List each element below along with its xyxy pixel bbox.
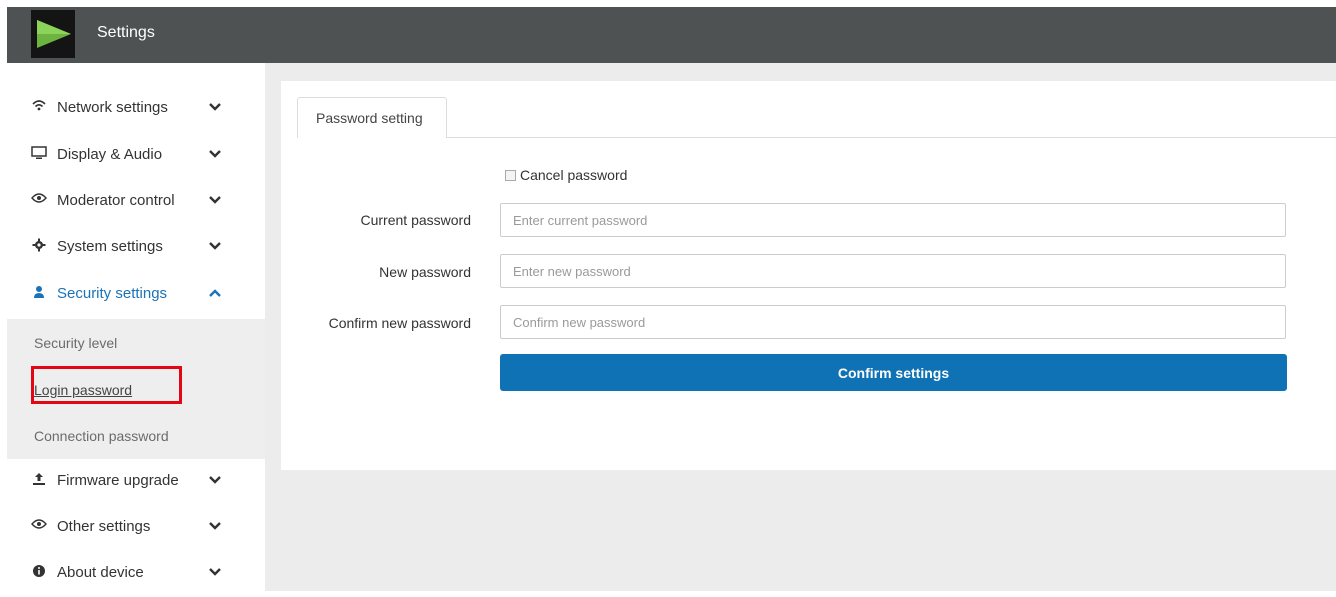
sidebar-item-label: Firmware upgrade xyxy=(57,472,179,489)
new-password-input[interactable] xyxy=(500,254,1286,288)
cancel-password-label: Cancel password xyxy=(520,167,628,183)
sidebar-item-other-settings[interactable]: Other settings xyxy=(7,505,265,551)
confirm-password-label: Confirm new password xyxy=(328,315,471,331)
chevron-down-icon xyxy=(209,476,221,484)
eye-icon xyxy=(31,192,47,208)
sidebar-item-label: Moderator control xyxy=(57,192,175,209)
app-logo xyxy=(31,10,75,58)
chevron-up-icon xyxy=(209,289,221,297)
chevron-down-icon xyxy=(209,568,221,576)
highlight-annotation xyxy=(31,366,182,404)
tab-label: Password setting xyxy=(316,110,423,126)
chevron-down-icon xyxy=(209,196,221,204)
tab-password-setting[interactable]: Password setting xyxy=(297,97,447,138)
submenu-item-security-level[interactable]: Security level xyxy=(34,335,117,351)
sidebar-item-moderator-control[interactable]: Moderator control xyxy=(7,179,265,225)
sidebar-item-security-settings[interactable]: Security settings xyxy=(7,272,265,318)
current-password-input[interactable] xyxy=(500,203,1286,237)
cancel-password-checkbox[interactable] xyxy=(505,170,516,181)
monitor-icon xyxy=(31,146,47,162)
top-bar: Settings xyxy=(7,7,1336,63)
submenu-item-connection-password[interactable]: Connection password xyxy=(34,428,169,444)
chevron-down-icon xyxy=(209,242,221,250)
chevron-down-icon xyxy=(209,522,221,530)
eye-icon xyxy=(31,518,47,534)
sidebar-item-network-settings[interactable]: Network settings xyxy=(7,86,265,132)
sidebar-item-display-audio[interactable]: Display & Audio xyxy=(7,133,265,179)
sidebar-item-firmware-upgrade[interactable]: Firmware upgrade xyxy=(7,459,265,505)
main-content: Password setting Cancel password Current… xyxy=(265,63,1336,591)
sidebar-item-about-device[interactable]: About device xyxy=(7,551,265,597)
sidebar-item-system-settings[interactable]: System settings xyxy=(7,225,265,271)
sidebar-item-label: System settings xyxy=(57,238,163,255)
sidebar-item-label: Display & Audio xyxy=(57,146,163,163)
chevron-down-icon xyxy=(209,103,221,111)
info-icon xyxy=(31,564,47,580)
sidebar: Network settings Display & Audio Moderat… xyxy=(7,63,265,591)
upload-icon xyxy=(31,472,47,488)
sidebar-item-label: Security settings xyxy=(57,285,168,302)
user-lock-icon xyxy=(31,285,47,301)
tab-divider xyxy=(297,137,1336,138)
wifi-icon xyxy=(31,99,47,115)
sidebar-item-label: About device xyxy=(57,564,144,581)
sidebar-item-label: Other settings xyxy=(57,518,151,535)
play-logo-icon xyxy=(37,20,71,48)
gear-icon xyxy=(31,238,47,254)
app-title: Settings xyxy=(97,24,155,41)
chevron-down-icon xyxy=(209,150,221,158)
password-panel: Password setting Cancel password Current… xyxy=(281,81,1336,470)
new-password-label: New password xyxy=(379,264,471,280)
confirm-settings-button[interactable]: Confirm settings xyxy=(500,354,1287,391)
confirm-password-input[interactable] xyxy=(500,305,1286,339)
current-password-label: Current password xyxy=(360,212,472,228)
sidebar-item-label: Network settings xyxy=(57,99,168,116)
